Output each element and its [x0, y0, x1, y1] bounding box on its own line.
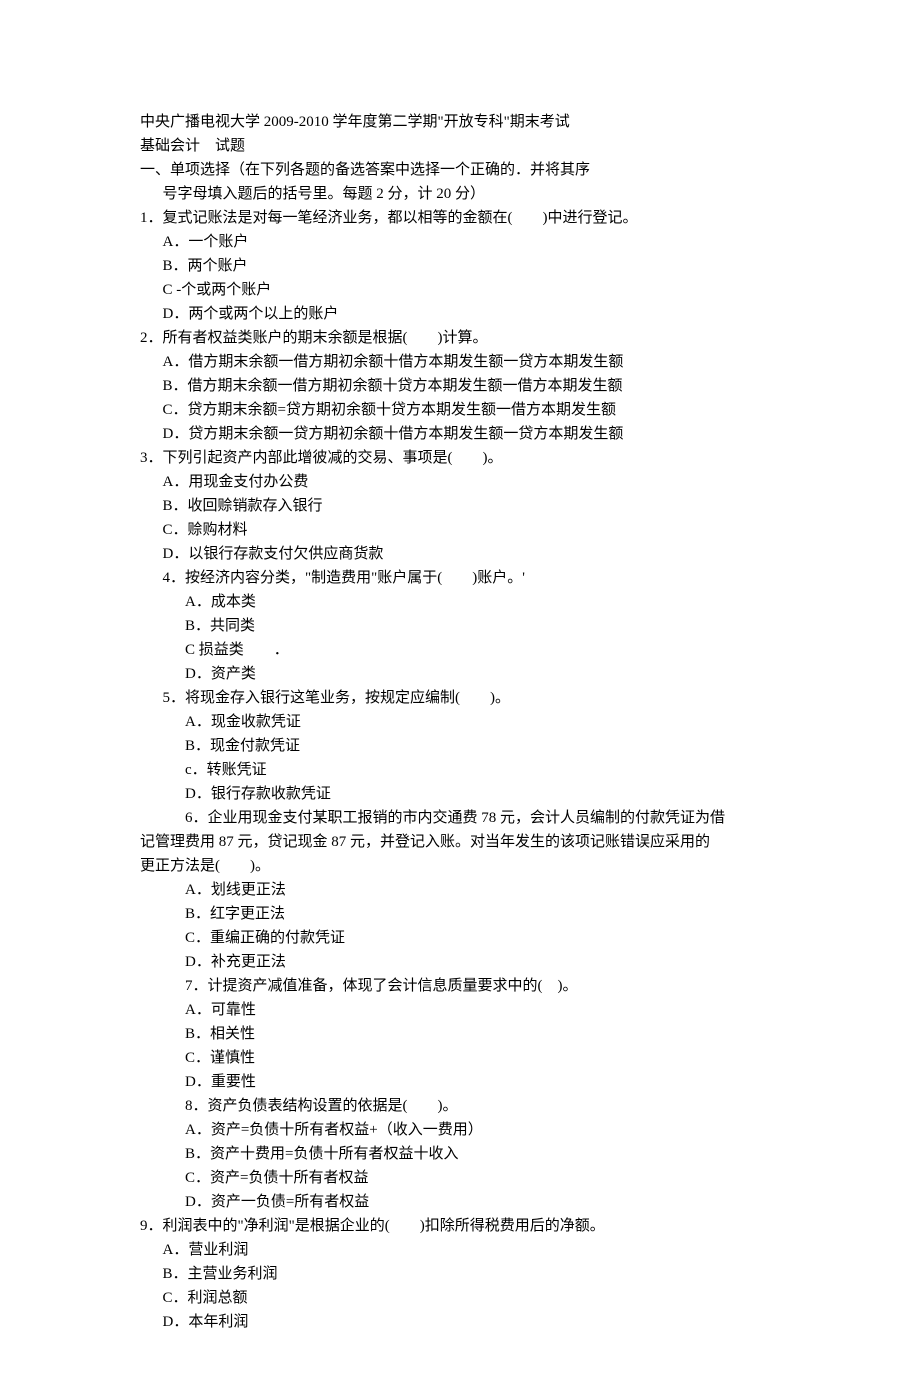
q1-option-b: B．两个账户 — [140, 254, 780, 278]
q2-stem: 2．所有者权益类账户的期末余额是根据( )计算。 — [140, 326, 780, 350]
q8-option-a: A．资产=负债十所有者权益+（收入一费用） — [140, 1118, 780, 1142]
q2-option-a: A．借方期末余额一借方期初余额十借方本期发生额一贷方本期发生额 — [140, 350, 780, 374]
section1-heading-line1: 一、单项选择（在下列各题的备选答案中选择一个正确的．并将其序 — [140, 158, 780, 182]
q6-option-b: B．红字更正法 — [140, 902, 780, 926]
q4-option-a: A．成本类 — [140, 590, 780, 614]
q6-option-a: A．划线更正法 — [140, 878, 780, 902]
q4-option-c: C 损益类 ． — [140, 638, 780, 662]
q7-option-b: B．相关性 — [140, 1022, 780, 1046]
q5-stem: 5．将现金存入银行这笔业务，按规定应编制( )。 — [140, 686, 780, 710]
q8-option-b: B．资产十费用=负债十所有者权益十收入 — [140, 1142, 780, 1166]
q4-option-d: D．资产类 — [140, 662, 780, 686]
q4-stem: 4．按经济内容分类，"制造费用"账户属于( )账户。' — [140, 566, 780, 590]
exam-title-line2: 基础会计 试题 — [140, 134, 780, 158]
q7-option-d: D．重要性 — [140, 1070, 780, 1094]
q6-stem-line2: 记管理费用 87 元，贷记现金 87 元，并登记入账。对当年发生的该项记账错误应… — [140, 830, 780, 854]
q5-option-a: A．现金收款凭证 — [140, 710, 780, 734]
q5-option-c: c．转账凭证 — [140, 758, 780, 782]
q5-option-b: B．现金付款凭证 — [140, 734, 780, 758]
q7-option-a: A．可靠性 — [140, 998, 780, 1022]
q2-option-b: B．借方期末余额一借方期初余额十贷方本期发生额一借方本期发生额 — [140, 374, 780, 398]
q9-option-b: B．主营业务利润 — [140, 1262, 780, 1286]
q1-stem: 1．复式记账法是对每一笔经济业务，都以相等的金额在( )中进行登记。 — [140, 206, 780, 230]
q7-stem: 7．计提资产减值准备，体现了会计信息质量要求中的( )。 — [140, 974, 780, 998]
q6-stem-line1: 6．企业用现金支付某职工报销的市内交通费 78 元，会计人员编制的付款凭证为借 — [140, 806, 780, 830]
q3-option-a: A．用现金支付办公费 — [140, 470, 780, 494]
section1-heading-line2: 号字母填入题后的括号里。每题 2 分，计 20 分） — [140, 182, 780, 206]
q8-stem: 8．资产负债表结构设置的依据是( )。 — [140, 1094, 780, 1118]
q6-stem-line3: 更正方法是( )。 — [140, 854, 780, 878]
q1-option-a: A．一个账户 — [140, 230, 780, 254]
q4-option-b: B．共同类 — [140, 614, 780, 638]
q6-option-c: C．重编正确的付款凭证 — [140, 926, 780, 950]
q3-stem: 3．下列引起资产内部此增彼减的交易、事项是( )。 — [140, 446, 780, 470]
q9-option-c: C．利润总额 — [140, 1286, 780, 1310]
exam-title-line1: 中央广播电视大学 2009-2010 学年度第二学期"开放专科"期末考试 — [140, 110, 780, 134]
q3-option-b: B．收回赊销款存入银行 — [140, 494, 780, 518]
q9-option-d: D．本年利润 — [140, 1310, 780, 1334]
q1-option-d: D．两个或两个以上的账户 — [140, 302, 780, 326]
q7-option-c: C．谨慎性 — [140, 1046, 780, 1070]
q2-option-c: C．贷方期末余额=贷方期初余额十贷方本期发生额一借方本期发生额 — [140, 398, 780, 422]
q8-option-c: C．资产=负债十所有者权益 — [140, 1166, 780, 1190]
q2-option-d: D．贷方期末余额一贷方期初余额十借方本期发生额一贷方本期发生额 — [140, 422, 780, 446]
q9-stem: 9．利润表中的"净利润"是根据企业的( )扣除所得税费用后的净额。 — [140, 1214, 780, 1238]
q8-option-d: D．资产一负债=所有者权益 — [140, 1190, 780, 1214]
q1-option-c: C -个或两个账户 — [140, 278, 780, 302]
q3-option-c: C．赊购材料 — [140, 518, 780, 542]
q5-option-d: D．银行存款收款凭证 — [140, 782, 780, 806]
q3-option-d: D．以银行存款支付欠供应商货款 — [140, 542, 780, 566]
q9-option-a: A．营业利润 — [140, 1238, 780, 1262]
q6-option-d: D．补充更正法 — [140, 950, 780, 974]
